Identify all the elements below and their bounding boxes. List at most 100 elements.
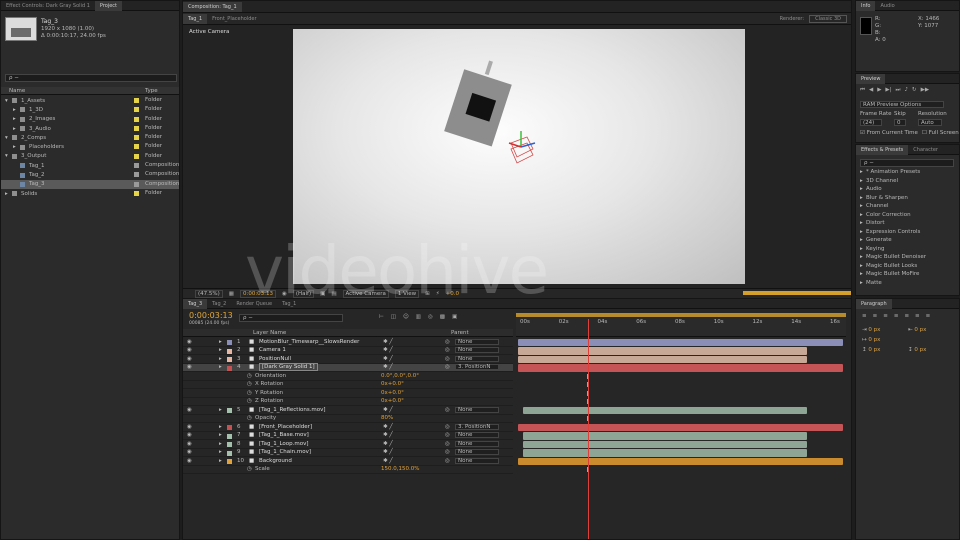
layer-name[interactable]: PositionNull [259,356,291,362]
twirl-arrow-icon[interactable]: ▸ [5,191,12,197]
audio-icon[interactable]: ♪ [904,87,908,94]
parent-pickwhip-icon[interactable]: ◎ [445,424,450,430]
tab-paragraph[interactable]: Paragraph [856,299,892,309]
project-item[interactable]: ▸ Solids Folder [1,189,179,198]
tab-timeline-tag1[interactable]: Tag_1 [277,299,301,309]
layer-switches[interactable]: ✱ ╱ [383,407,393,413]
work-area-bar[interactable] [516,313,846,317]
timeline-layer-row[interactable]: ◉ ▸ 3 ■ PositionNull ✱ ╱ ◎ None [183,355,513,364]
layer-name[interactable]: [Dark Gray Solid 1] [259,363,318,372]
stopwatch-icon[interactable]: ◷ [247,466,252,472]
layer-duration-bar[interactable] [522,440,808,448]
twirl-arrow-icon[interactable]: ▾ [5,98,12,104]
timeline-layer-row[interactable]: ◉ ▸ 7 ■ [Tag_1_Base.mov] ✱ ╱ ◎ None [183,432,513,440]
tab-info[interactable]: Info [856,1,876,11]
layer-name[interactable]: [Tag_1_Chain.mov] [259,449,311,455]
parent-pickwhip-icon[interactable]: ◎ [445,339,450,345]
layer-name[interactable]: [Tag_1_Loop.mov] [259,441,309,447]
twirl-arrow-icon[interactable]: ▸ [13,107,20,113]
twirl-arrow-icon[interactable]: ▸ [219,432,222,438]
justify-all-icon[interactable]: ≡ [926,313,931,319]
effects-category[interactable]: ▸ Expression Controls [858,228,958,237]
grid-icon[interactable]: ▦ [229,291,234,297]
property-value[interactable]: 0x+0.0° [381,381,404,387]
timeline-property-row[interactable]: ◷ Y Rotation 0x+0.0° [183,389,513,398]
timeline-search-input[interactable]: ρ − [239,314,343,322]
layer-switches[interactable]: ✱ ╱ [383,441,393,447]
visibility-eye-icon[interactable]: ◉ [187,424,192,430]
frame-rate-field[interactable]: (24) [860,119,882,126]
parent-dropdown[interactable]: None [455,457,499,464]
project-item[interactable]: Tag_2 Composition [1,170,179,179]
project-item[interactable]: ▸ 2_Images Folder [1,115,179,124]
layer-duration-bar[interactable] [518,355,808,363]
timeline-layer-row[interactable]: ◉ ▸ 4 ■ [Dark Gray Solid 1] ✱ ╱ ◎ 3. PositionN [183,363,513,372]
visibility-eye-icon[interactable]: ◉ [187,339,192,345]
ram-options-dropdown[interactable]: RAM Preview Options [860,101,944,108]
twirl-arrow-icon[interactable]: ▸ [13,144,20,150]
stopwatch-icon[interactable]: ◷ [247,390,252,396]
parent-dropdown[interactable]: 3. PositionN [455,364,499,371]
playhead[interactable] [587,319,589,539]
layer-label-color[interactable] [227,459,232,464]
col-name[interactable]: Name [9,88,25,94]
layer-label-color[interactable] [227,365,232,371]
twirl-arrow-icon[interactable]: ▸ [219,424,222,430]
tab-front-placeholder[interactable]: Front_Placeholder [207,14,261,24]
brainstorm-icon[interactable]: ▩ [440,314,445,320]
layer-label-color[interactable] [227,450,232,456]
timeline-timecode[interactable]: 0:00:03:13 [189,311,233,320]
layer-label-color[interactable] [227,348,232,354]
layer-switches[interactable]: ✱ ╱ [383,347,393,353]
project-item[interactable]: ▾ 3_Output Folder [1,152,179,161]
col-parent[interactable]: Parent [451,330,469,336]
effects-category[interactable]: ▸ Magic Bullet MoFire [858,270,958,279]
layer-duration-bar[interactable] [518,347,808,355]
layer-label-color[interactable] [227,425,232,430]
effects-category[interactable]: ▸ Color Correction [858,211,958,220]
project-item[interactable]: ▸ 1_3D Folder [1,105,179,114]
layer-name[interactable]: MotionBlur_Timewarp__SlowsRender [259,339,359,345]
layer-duration-bar[interactable] [518,423,843,431]
align-center-icon[interactable]: ≡ [873,313,878,319]
tab-character[interactable]: Character [908,145,943,155]
parent-dropdown[interactable]: 3. PositionN [455,423,499,430]
comp-mini-flowchart-icon[interactable]: ⊢ [379,314,384,320]
layer-duration-bar[interactable] [518,338,843,346]
visibility-eye-icon[interactable]: ◉ [187,364,192,370]
layer-label-color[interactable] [227,408,232,413]
layer-switches[interactable]: ✱ ╱ [383,432,393,438]
effects-category[interactable]: ▸ Distort [858,219,958,228]
visibility-eye-icon[interactable]: ◉ [187,347,192,353]
label-color-swatch[interactable] [134,116,139,122]
motion-blur-icon[interactable]: ◎ [428,314,433,320]
visibility-eye-icon[interactable]: ◉ [187,407,192,413]
align-left-icon[interactable]: ≡ [862,313,867,319]
tab-timeline-tag2[interactable]: Tag_2 [207,299,231,309]
effects-category[interactable]: ▸ Magic Bullet Looks [858,262,958,271]
layer-label-color[interactable] [227,442,232,447]
property-value[interactable]: 150.0,150.0% [381,466,419,472]
property-value[interactable]: 0x+0.0° [381,390,404,396]
tab-audio[interactable]: Audio [875,1,899,11]
stopwatch-icon[interactable]: ◷ [247,398,252,404]
tab-effect-controls[interactable]: Effect Controls: Dark Gray Solid 1 [1,1,95,11]
stopwatch-icon[interactable]: ◷ [247,415,252,421]
timeline-property-row[interactable]: ◷ Scale 150.0,150.0% [183,466,513,474]
twirl-arrow-icon[interactable]: ▸ [219,347,222,353]
graph-editor-icon[interactable]: ▣ [452,314,457,320]
stopwatch-icon[interactable]: ◷ [247,373,252,379]
timeline-layer-row[interactable]: ◉ ▸ 8 ■ [Tag_1_Loop.mov] ✱ ╱ ◎ None [183,440,513,449]
tab-composition[interactable]: Composition: Tag_1 [183,1,242,12]
parent-dropdown[interactable]: None [455,449,499,456]
label-color-swatch[interactable] [134,172,139,178]
layer-switches[interactable]: ✱ ╱ [383,364,393,370]
stopwatch-icon[interactable]: ◷ [247,381,252,387]
effects-category[interactable]: ▸ Channel [858,202,958,211]
project-item[interactable]: ▾ 2_Comps Folder [1,133,179,142]
gizmo-z-axis[interactable] [520,142,536,148]
effects-category[interactable]: ▸ Blur & Sharpen [858,194,958,203]
timeline-layer-row[interactable]: ◉ ▸ 1 ■ MotionBlur_Timewarp__SlowsRender ✱ ╱ ◎… [183,338,513,347]
timeline-property-row[interactable]: ◷ Z Rotation 0x+0.0° [183,398,513,406]
timeline-layer-row[interactable]: ◉ ▸ 6 ■ [Front_Placeholder] ✱ ╱ ◎ 3. PositionN [183,423,513,432]
